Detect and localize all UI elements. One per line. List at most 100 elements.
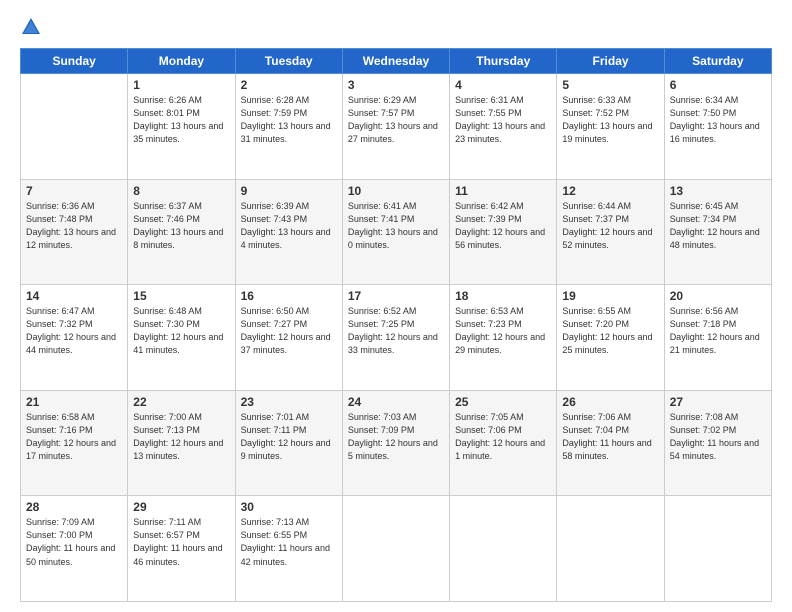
day-cell: 15 Sunrise: 6:48 AM Sunset: 7:30 PM Dayli… (128, 285, 235, 391)
day-number: 18 (455, 289, 551, 303)
day-number: 28 (26, 500, 122, 514)
weekday-header-thursday: Thursday (450, 49, 557, 74)
page: SundayMondayTuesdayWednesdayThursdayFrid… (0, 0, 792, 612)
day-info: Sunrise: 7:13 AM Sunset: 6:55 PM Dayligh… (241, 516, 337, 568)
day-info: Sunrise: 6:42 AM Sunset: 7:39 PM Dayligh… (455, 200, 551, 252)
day-info: Sunrise: 6:26 AM Sunset: 8:01 PM Dayligh… (133, 94, 229, 146)
day-number: 5 (562, 78, 658, 92)
day-cell: 14Sunrise: 6:47 AM Sunset: 7:32 PM Dayli… (21, 285, 128, 391)
calendar-table: SundayMondayTuesdayWednesdayThursdayFrid… (20, 48, 772, 602)
day-number: 11 (455, 184, 551, 198)
day-number: 17 (348, 289, 444, 303)
day-info: Sunrise: 7:03 AM Sunset: 7:09 PM Dayligh… (348, 411, 444, 463)
day-info: Sunrise: 6:31 AM Sunset: 7:55 PM Dayligh… (455, 94, 551, 146)
day-info: Sunrise: 6:44 AM Sunset: 7:37 PM Dayligh… (562, 200, 658, 252)
day-info: Sunrise: 7:00 AM Sunset: 7:13 PM Dayligh… (133, 411, 229, 463)
day-cell: 27Sunrise: 7:08 AM Sunset: 7:02 PM Dayli… (664, 390, 771, 496)
day-cell: 19Sunrise: 6:55 AM Sunset: 7:20 PM Dayli… (557, 285, 664, 391)
day-number: 13 (670, 184, 766, 198)
day-cell (342, 496, 449, 602)
day-cell: 21 Sunrise: 6:58 AM Sunset: 7:16 PM Dayli… (21, 390, 128, 496)
weekday-header-row: SundayMondayTuesdayWednesdayThursdayFrid… (21, 49, 772, 74)
day-cell (450, 496, 557, 602)
day-info: Sunrise: 7:01 AM Sunset: 7:11 PM Dayligh… (241, 411, 337, 463)
day-info: Sunrise: 6:50 AM Sunset: 7:27 PM Dayligh… (241, 305, 337, 357)
weekday-header-sunday: Sunday (21, 49, 128, 74)
day-number: 12 (562, 184, 658, 198)
day-info: Sunrise: 6:48 AM Sunset: 7:30 PM Dayligh… (133, 305, 229, 357)
day-number: 23 (241, 395, 337, 409)
weekday-header-friday: Friday (557, 49, 664, 74)
day-cell: 1 Sunrise: 6:26 AM Sunset: 8:01 PM Daylig… (128, 74, 235, 180)
day-info: Sunrise: 7:05 AM Sunset: 7:06 PM Dayligh… (455, 411, 551, 463)
day-cell: 2 Sunrise: 6:28 AM Sunset: 7:59 PM Daylig… (235, 74, 342, 180)
day-number: 3 (348, 78, 444, 92)
header (20, 18, 772, 38)
day-info: Sunrise: 6:34 AM Sunset: 7:50 PM Dayligh… (670, 94, 766, 146)
day-cell: 30 Sunrise: 7:13 AM Sunset: 6:55 PM Dayli… (235, 496, 342, 602)
day-cell: 4 Sunrise: 6:31 AM Sunset: 7:55 PM Daylig… (450, 74, 557, 180)
day-cell: 9Sunrise: 6:39 AM Sunset: 7:43 PM Daylig… (235, 179, 342, 285)
day-cell: 16 Sunrise: 6:50 AM Sunset: 7:27 PM Dayli… (235, 285, 342, 391)
day-cell: 29 Sunrise: 7:11 AM Sunset: 6:57 PM Dayli… (128, 496, 235, 602)
day-cell: 24 Sunrise: 7:03 AM Sunset: 7:09 PM Dayli… (342, 390, 449, 496)
day-number: 30 (241, 500, 337, 514)
day-number: 21 (26, 395, 122, 409)
day-cell: 12 Sunrise: 6:44 AM Sunset: 7:37 PM Dayli… (557, 179, 664, 285)
day-cell (21, 74, 128, 180)
day-cell: 11 Sunrise: 6:42 AM Sunset: 7:39 PM Dayli… (450, 179, 557, 285)
day-info: Sunrise: 7:06 AM Sunset: 7:04 PM Dayligh… (562, 411, 658, 463)
week-row-4: 21 Sunrise: 6:58 AM Sunset: 7:16 PM Dayli… (21, 390, 772, 496)
day-cell: 10Sunrise: 6:41 AM Sunset: 7:41 PM Dayli… (342, 179, 449, 285)
day-number: 10 (348, 184, 444, 198)
day-number: 2 (241, 78, 337, 92)
day-number: 20 (670, 289, 766, 303)
day-cell: 26Sunrise: 7:06 AM Sunset: 7:04 PM Dayli… (557, 390, 664, 496)
day-number: 24 (348, 395, 444, 409)
day-number: 7 (26, 184, 122, 198)
day-number: 6 (670, 78, 766, 92)
day-info: Sunrise: 6:52 AM Sunset: 7:25 PM Dayligh… (348, 305, 444, 357)
day-cell: 25 Sunrise: 7:05 AM Sunset: 7:06 PM Dayli… (450, 390, 557, 496)
weekday-header-monday: Monday (128, 49, 235, 74)
day-info: Sunrise: 6:33 AM Sunset: 7:52 PM Dayligh… (562, 94, 658, 146)
day-number: 9 (241, 184, 337, 198)
day-number: 19 (562, 289, 658, 303)
day-info: Sunrise: 6:29 AM Sunset: 7:57 PM Dayligh… (348, 94, 444, 146)
day-number: 8 (133, 184, 229, 198)
day-cell (557, 496, 664, 602)
day-info: Sunrise: 6:53 AM Sunset: 7:23 PM Dayligh… (455, 305, 551, 357)
day-number: 16 (241, 289, 337, 303)
day-info: Sunrise: 6:28 AM Sunset: 7:59 PM Dayligh… (241, 94, 337, 146)
day-number: 1 (133, 78, 229, 92)
day-info: Sunrise: 7:11 AM Sunset: 6:57 PM Dayligh… (133, 516, 229, 568)
day-number: 22 (133, 395, 229, 409)
day-info: Sunrise: 6:58 AM Sunset: 7:16 PM Dayligh… (26, 411, 122, 463)
day-info: Sunrise: 6:37 AM Sunset: 7:46 PM Dayligh… (133, 200, 229, 252)
day-cell: 13 Sunrise: 6:45 AM Sunset: 7:34 PM Dayli… (664, 179, 771, 285)
day-info: Sunrise: 6:56 AM Sunset: 7:18 PM Dayligh… (670, 305, 766, 357)
week-row-3: 14Sunrise: 6:47 AM Sunset: 7:32 PM Dayli… (21, 285, 772, 391)
day-cell: 5 Sunrise: 6:33 AM Sunset: 7:52 PM Daylig… (557, 74, 664, 180)
day-number: 25 (455, 395, 551, 409)
day-info: Sunrise: 6:45 AM Sunset: 7:34 PM Dayligh… (670, 200, 766, 252)
day-cell: 6 Sunrise: 6:34 AM Sunset: 7:50 PM Daylig… (664, 74, 771, 180)
day-number: 15 (133, 289, 229, 303)
day-cell: 7 Sunrise: 6:36 AM Sunset: 7:48 PM Daylig… (21, 179, 128, 285)
week-row-2: 7 Sunrise: 6:36 AM Sunset: 7:48 PM Daylig… (21, 179, 772, 285)
weekday-header-saturday: Saturday (664, 49, 771, 74)
day-info: Sunrise: 7:08 AM Sunset: 7:02 PM Dayligh… (670, 411, 766, 463)
day-info: Sunrise: 6:47 AM Sunset: 7:32 PM Dayligh… (26, 305, 122, 357)
day-info: Sunrise: 6:36 AM Sunset: 7:48 PM Dayligh… (26, 200, 122, 252)
day-info: Sunrise: 7:09 AM Sunset: 7:00 PM Dayligh… (26, 516, 122, 568)
day-cell: 28 Sunrise: 7:09 AM Sunset: 7:00 PM Dayli… (21, 496, 128, 602)
day-cell: 18 Sunrise: 6:53 AM Sunset: 7:23 PM Dayli… (450, 285, 557, 391)
weekday-header-tuesday: Tuesday (235, 49, 342, 74)
weekday-header-wednesday: Wednesday (342, 49, 449, 74)
day-cell: 20 Sunrise: 6:56 AM Sunset: 7:18 PM Dayli… (664, 285, 771, 391)
day-number: 4 (455, 78, 551, 92)
day-cell: 3 Sunrise: 6:29 AM Sunset: 7:57 PM Daylig… (342, 74, 449, 180)
day-cell: 23 Sunrise: 7:01 AM Sunset: 7:11 PM Dayli… (235, 390, 342, 496)
day-number: 29 (133, 500, 229, 514)
day-cell: 8 Sunrise: 6:37 AM Sunset: 7:46 PM Daylig… (128, 179, 235, 285)
